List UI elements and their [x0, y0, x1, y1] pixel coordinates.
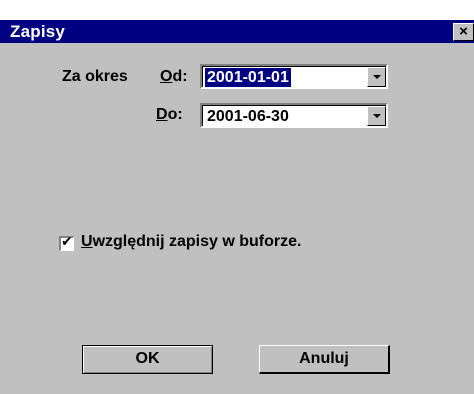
- include-buffer-label-rest: względnij zapisy w buforze.: [92, 233, 302, 250]
- to-label-mnemonic: D: [156, 106, 168, 123]
- period-label: Za okres: [62, 68, 128, 85]
- chevron-down-icon: [373, 114, 381, 118]
- to-label-rest: o:: [167, 106, 183, 123]
- title-bar[interactable]: Zapisy: [0, 20, 474, 43]
- window-title: Zapisy: [10, 22, 66, 41]
- from-label: Od:: [160, 68, 188, 86]
- include-buffer-label[interactable]: Uwzględnij zapisy w buforze.: [81, 233, 301, 251]
- to-date-combobox[interactable]: 2001-06-30: [200, 103, 388, 128]
- to-label: Do:: [156, 106, 183, 124]
- from-date-dropdown-button[interactable]: [367, 67, 386, 87]
- background-strip: [0, 0, 474, 20]
- checkmark-icon: ✔: [61, 234, 73, 250]
- close-button[interactable]: ×: [453, 23, 474, 41]
- from-date-combobox[interactable]: 2001-01-01: [200, 64, 388, 89]
- to-date-field: 2001-06-30: [202, 105, 386, 126]
- from-date-value[interactable]: 2001-01-01: [205, 68, 291, 87]
- cancel-button[interactable]: Anuluj: [259, 345, 390, 374]
- close-icon: ×: [459, 23, 468, 40]
- include-buffer-mnemonic: U: [81, 233, 93, 250]
- from-label-mnemonic: O: [160, 68, 173, 85]
- to-date-dropdown-button[interactable]: [367, 106, 386, 126]
- ok-button[interactable]: OK: [82, 345, 213, 374]
- chevron-down-icon: [373, 75, 381, 79]
- to-date-value[interactable]: 2001-06-30: [205, 107, 291, 126]
- include-buffer-checkbox[interactable]: ✔: [59, 234, 74, 251]
- from-label-rest: d:: [172, 68, 188, 85]
- from-date-field: 2001-01-01: [202, 66, 386, 87]
